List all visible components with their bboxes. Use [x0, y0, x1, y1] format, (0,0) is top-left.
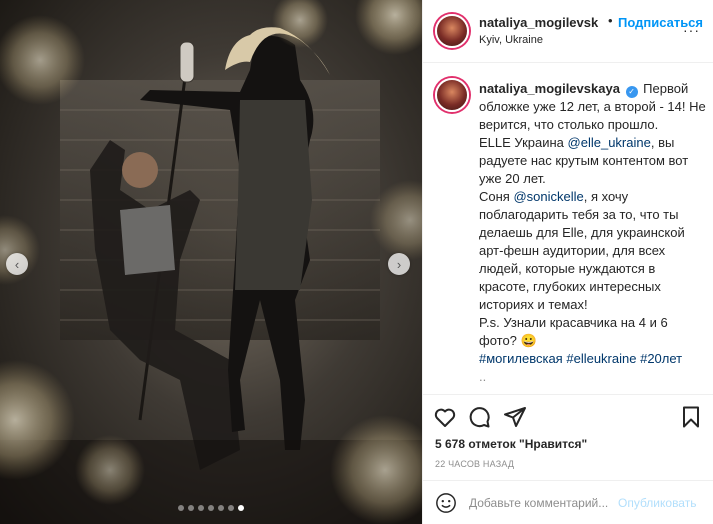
carousel-dot — [218, 505, 224, 511]
carousel-dot — [188, 505, 194, 511]
share-icon[interactable] — [503, 405, 527, 429]
carousel-next-button[interactable]: › — [388, 253, 410, 275]
verified-badge-icon: ✓ — [625, 86, 638, 98]
carousel-indicator — [0, 505, 422, 511]
hashtag-mogilevskaya[interactable]: #могилевская — [479, 351, 563, 366]
post-timestamp[interactable]: 22 ЧАСОВ НАЗАД — [435, 459, 514, 469]
post-location[interactable]: Kyiv, Ukraine — [479, 34, 543, 46]
caption-p2-start: ELLE Украина — [479, 135, 568, 150]
publish-button[interactable]: Опубликовать — [618, 496, 696, 510]
comment-icon[interactable] — [467, 405, 491, 429]
caption-username[interactable]: nataliya_mogilevskaya — [479, 81, 620, 96]
hashtag-list: #могилевская #elleukraine #20лет — [479, 350, 707, 368]
carousel-prev-button[interactable]: ‹ — [6, 253, 28, 275]
caption-p3-start: Соня — [479, 189, 514, 204]
caption-paragraph-2: ELLE Украина @elle_ukraine, вы радуете н… — [479, 134, 707, 188]
more-options-icon[interactable]: ··· — [683, 22, 700, 38]
mention-elle-ukraine[interactable]: @elle_ukraine — [568, 135, 651, 150]
bookmark-icon[interactable] — [679, 405, 703, 429]
post-header: nataliya_mogilevsk • Подписаться Kyiv, U… — [423, 0, 713, 63]
action-bar: 5 678 отметок "Нравится" 22 ЧАСОВ НАЗАД … — [423, 394, 713, 524]
caption-section: nataliya_mogilevskaya ✓ Первой обложке у… — [423, 64, 713, 394]
header-username[interactable]: nataliya_mogilevsk — [479, 15, 598, 30]
carousel-dot — [198, 505, 204, 511]
likes-count[interactable]: 5 678 отметок "Нравится" — [435, 437, 587, 451]
carousel-dot — [208, 505, 214, 511]
caption-paragraph-4: P.s. Узнали красавчика на 4 и 6 фото? 😀 — [479, 315, 668, 348]
photo-illustration — [0, 0, 422, 524]
avatar[interactable] — [435, 14, 469, 48]
heart-icon[interactable] — [433, 405, 457, 429]
comment-bar: Опубликовать — [423, 480, 713, 524]
chevron-right-icon: › — [396, 256, 402, 272]
mention-sonickelle[interactable]: @sonickelle — [513, 189, 583, 204]
chevron-left-icon: ‹ — [14, 256, 20, 272]
hashtag-elleukraine[interactable]: #elleukraine — [566, 351, 636, 366]
carousel-dot — [238, 505, 244, 511]
caption-truncated: .. — [479, 369, 487, 384]
carousel-dot — [178, 505, 184, 511]
carousel-dot — [228, 505, 234, 511]
header-separator: • — [608, 13, 613, 28]
comment-input[interactable] — [469, 493, 619, 513]
smiley-icon[interactable] — [435, 492, 457, 514]
caption-p3-end: , я хочу поблагодарить тебя за то, что т… — [479, 189, 685, 312]
caption-avatar[interactable] — [435, 78, 469, 112]
hashtag-20let[interactable]: #20лет — [640, 351, 682, 366]
caption-text: nataliya_mogilevskaya ✓ Первой обложке у… — [479, 80, 707, 386]
caption-paragraph-3: Соня @sonickelle, я хочу поблагодарить т… — [479, 188, 707, 314]
post-panel: nataliya_mogilevsk • Подписаться Kyiv, U… — [422, 0, 713, 524]
post-photo[interactable]: ‹ › — [0, 0, 422, 524]
